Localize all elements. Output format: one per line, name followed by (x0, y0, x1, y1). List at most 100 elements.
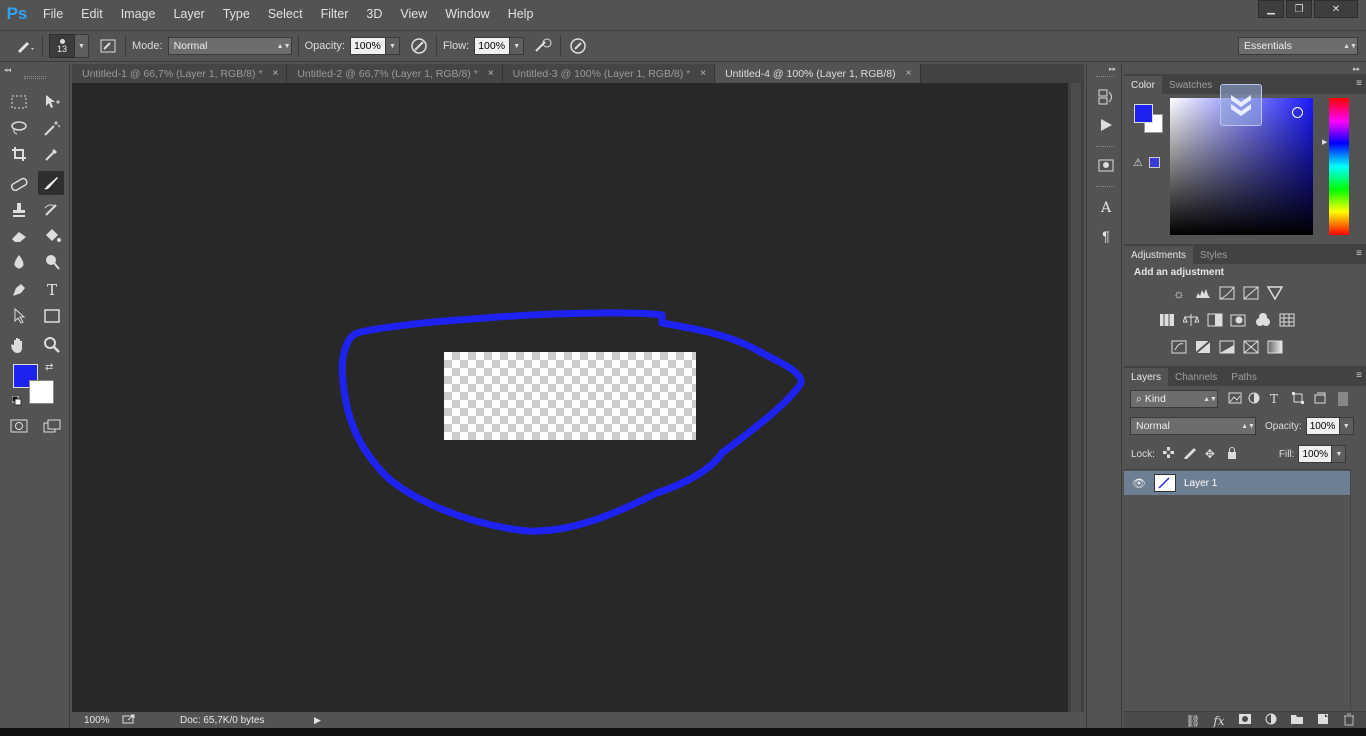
healing-brush-icon[interactable] (6, 172, 32, 196)
menu-filter[interactable]: Filter (312, 0, 358, 28)
tab-color[interactable]: Color (1124, 76, 1162, 94)
collapse-panels-icon[interactable]: ▸▸ (1353, 65, 1360, 73)
workspace-select[interactable]: Essentials ▲▼ (1238, 37, 1358, 55)
opacity-dropdown-icon[interactable]: ▼ (385, 37, 400, 55)
lock-position-icon[interactable]: ✥ (1205, 447, 1227, 461)
filter-toggle-switch[interactable] (1338, 392, 1348, 406)
menu-type[interactable]: Type (214, 0, 259, 28)
share-icon[interactable] (122, 714, 142, 727)
new-adjustment-layer-icon[interactable] (1258, 713, 1284, 728)
canvas-workspace[interactable] (72, 83, 1068, 712)
brush-size-picker[interactable]: 13 ▼ (49, 34, 89, 58)
close-tab-icon[interactable]: × (700, 68, 706, 79)
paragraph-icon[interactable]: ¶ (1095, 225, 1117, 247)
restore-button[interactable]: ❐ (1286, 0, 1312, 18)
tab-untitled-2[interactable]: Untitled-2 @ 66,7% (Layer 1, RGB/8) * × (287, 64, 503, 83)
close-tab-icon[interactable]: × (488, 68, 494, 79)
color-picker-cursor[interactable] (1292, 107, 1303, 118)
close-tab-icon[interactable]: × (272, 68, 278, 79)
layer-row[interactable]: 👁 Layer 1 (1124, 471, 1350, 495)
history-icon[interactable] (1095, 86, 1117, 108)
quick-mask-icon[interactable] (6, 414, 32, 438)
dodge-tool-icon[interactable] (39, 250, 65, 274)
chevron-down-icon[interactable]: ▼ (75, 34, 89, 58)
fill-input[interactable]: 100% (1298, 445, 1333, 463)
zoom-level[interactable]: 100% (72, 715, 118, 726)
black-white-icon[interactable] (1206, 312, 1224, 328)
clone-stamp-icon[interactable] (6, 198, 32, 222)
layer-opacity-input[interactable]: 100% (1305, 417, 1340, 435)
status-menu-arrow-icon[interactable]: ▶ (314, 715, 321, 726)
exposure-icon[interactable] (1242, 285, 1260, 301)
tab-untitled-1[interactable]: Untitled-1 @ 66,7% (Layer 1, RGB/8) * × (72, 64, 288, 83)
lock-transparent-pixels-icon[interactable] (1162, 447, 1183, 461)
minimize-panel-overlay-icon[interactable] (1220, 84, 1262, 126)
rectangle-tool-icon[interactable] (39, 304, 65, 328)
airbrush-icon[interactable] (532, 35, 554, 57)
vertical-scrollbar[interactable] (1068, 83, 1084, 712)
magic-wand-icon[interactable] (39, 116, 65, 140)
mode-select[interactable]: Normal ▲▼ (167, 37, 292, 55)
lasso-tool-icon[interactable] (6, 116, 32, 140)
close-tab-icon[interactable]: × (906, 68, 912, 79)
actions-play-icon[interactable] (1095, 114, 1117, 136)
web-safe-color-swatch[interactable] (1149, 157, 1160, 168)
vibrance-icon[interactable] (1266, 285, 1284, 301)
color-fg-swatch[interactable] (1134, 104, 1153, 123)
new-layer-icon[interactable] (1310, 713, 1336, 728)
properties-icon[interactable] (1095, 154, 1117, 176)
kind-filter-select[interactable]: ⌕ Kind ▲▼ (1130, 390, 1218, 408)
add-mask-icon[interactable] (1232, 713, 1258, 728)
tab-paths[interactable]: Paths (1224, 368, 1264, 386)
filter-smart-object-icon[interactable] (1314, 392, 1336, 407)
lock-image-pixels-icon[interactable] (1183, 447, 1205, 462)
layers-scrollbar[interactable] (1350, 469, 1366, 710)
tab-layers[interactable]: Layers (1124, 368, 1169, 386)
link-layers-icon[interactable]: ⛓ (1180, 714, 1206, 728)
layer-opacity-dropdown-icon[interactable]: ▼ (1339, 417, 1354, 435)
pen-tool-icon[interactable] (6, 278, 32, 302)
out-of-gamut-warning-icon[interactable]: ⚠ (1133, 156, 1143, 169)
delete-layer-trash-icon[interactable] (1336, 713, 1362, 729)
hand-tool-icon[interactable] (6, 333, 32, 357)
brush-panel-toggle-icon[interactable] (97, 35, 119, 57)
panel-menu-icon[interactable]: ≡ (1356, 370, 1362, 381)
eyedropper-icon[interactable] (39, 142, 65, 166)
layer-style-fx-icon[interactable]: fx (1206, 714, 1232, 728)
filter-type-icon[interactable]: T (1270, 392, 1292, 406)
hue-slider[interactable] (1329, 98, 1349, 235)
flow-input[interactable]: 100% (474, 37, 511, 55)
path-selection-icon[interactable] (6, 304, 32, 328)
threshold-icon[interactable] (1218, 339, 1236, 355)
blend-mode-select[interactable]: Normal ▲▼ (1130, 417, 1256, 435)
minimize-button[interactable]: ▁ (1258, 0, 1284, 18)
posterize-icon[interactable] (1194, 339, 1212, 355)
screen-mode-icon[interactable] (39, 414, 65, 438)
tab-styles[interactable]: Styles (1193, 246, 1234, 264)
menu-file[interactable]: File (34, 0, 72, 28)
crop-tool-icon[interactable] (6, 142, 32, 166)
selective-color-icon[interactable] (1242, 339, 1260, 355)
fill-dropdown-icon[interactable]: ▼ (1332, 445, 1347, 463)
eye-visibility-icon[interactable]: 👁 (1124, 477, 1154, 490)
history-brush-icon[interactable] (39, 198, 65, 222)
panel-menu-icon[interactable]: ≡ (1356, 248, 1362, 259)
eraser-icon[interactable] (6, 224, 32, 248)
menu-3d[interactable]: 3D (357, 0, 391, 28)
color-balance-icon[interactable] (1182, 312, 1200, 328)
color-lookup-icon[interactable] (1278, 312, 1296, 328)
type-tool-icon[interactable]: T (39, 278, 65, 302)
lock-all-icon[interactable] (1227, 446, 1249, 462)
expand-panels-icon[interactable]: ▸▸ (1109, 65, 1116, 73)
move-tool-icon[interactable] (39, 90, 65, 114)
tab-untitled-4[interactable]: Untitled-4 @ 100% (Layer 1, RGB/8) × (715, 64, 921, 83)
filter-pixel-icon[interactable] (1228, 392, 1248, 407)
pressure-opacity-icon[interactable] (408, 35, 430, 57)
brush-tool-icon[interactable] (38, 171, 64, 195)
gradient-map-icon[interactable] (1266, 339, 1284, 355)
tab-channels[interactable]: Channels (1168, 368, 1224, 386)
tab-swatches[interactable]: Swatches (1162, 76, 1219, 94)
tab-adjustments[interactable]: Adjustments (1124, 246, 1194, 264)
filter-shape-icon[interactable] (1292, 391, 1314, 407)
pressure-size-icon[interactable] (567, 35, 589, 57)
